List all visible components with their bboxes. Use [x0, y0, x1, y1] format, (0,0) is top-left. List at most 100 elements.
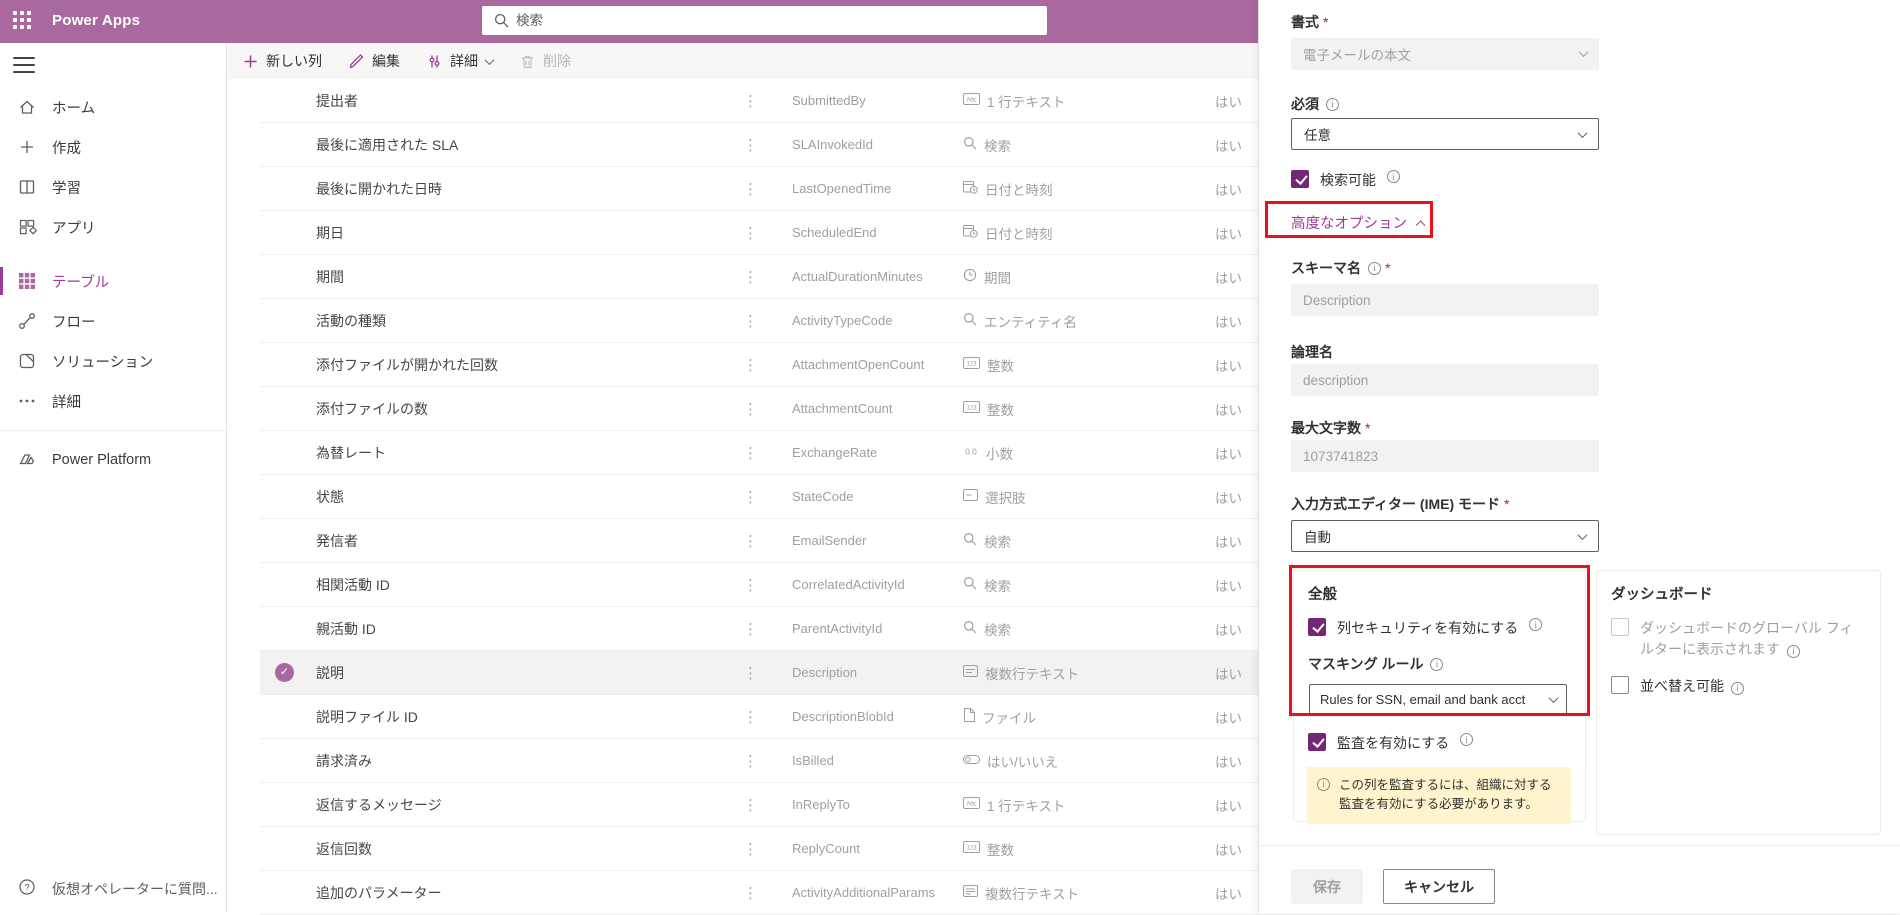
masking-rule-value: Rules for SSN, email and bank acct	[1320, 692, 1525, 707]
max-length-value: 1073741823	[1303, 449, 1378, 464]
masking-rule-label: マスキング ルール	[1308, 654, 1571, 674]
row-more-menu-icon[interactable]: ⋮	[739, 136, 762, 154]
row-more-menu-icon[interactable]: ⋮	[739, 444, 762, 462]
logical-name-input[interactable]: description	[1291, 364, 1599, 396]
row-more-menu-icon[interactable]: ⋮	[739, 664, 762, 682]
sidebar-item-solutions[interactable]: ソリューション	[0, 341, 226, 381]
general-title: 全般	[1308, 583, 1571, 604]
required-select[interactable]: 任意	[1291, 118, 1599, 150]
row-more-menu-icon[interactable]: ⋮	[739, 400, 762, 418]
column-type-cell: Abc 1 行テキスト	[963, 795, 1215, 815]
row-more-menu-icon[interactable]: ⋮	[739, 532, 762, 550]
column-display-name-cell[interactable]: 追加のパラメーター ⋮	[316, 883, 792, 903]
column-display-name-cell[interactable]: 提出者 ⋮	[316, 91, 792, 111]
row-more-menu-icon[interactable]: ⋮	[739, 488, 762, 506]
schema-name-input[interactable]: Description	[1291, 284, 1599, 316]
row-more-menu-icon[interactable]: ⋮	[739, 180, 762, 198]
audit-checkbox[interactable]	[1308, 733, 1326, 751]
ime-mode-value: 自動	[1304, 526, 1331, 546]
search-input[interactable]	[516, 6, 1036, 35]
virtual-agent-help[interactable]: ? 仮想オペレーターに質問...	[0, 869, 226, 909]
svg-text:123: 123	[966, 846, 977, 852]
column-display-name-cell[interactable]: 添付ファイルの数 ⋮	[316, 399, 792, 419]
waffle-menu-icon[interactable]	[13, 11, 35, 33]
row-more-menu-icon[interactable]: ⋮	[739, 224, 762, 242]
column-display-name: 期日	[316, 223, 344, 243]
column-edit-panel: 書式 電子メールの本文 必須 任意 検索可能 高度なオプション スキーマ名 De…	[1258, 0, 1900, 913]
table-grid-icon	[17, 271, 37, 291]
ime-mode-select[interactable]: 自動	[1291, 520, 1599, 552]
sidebar-item-apps[interactable]: アプリ	[0, 207, 226, 247]
column-schema-name: ReplyCount	[792, 841, 963, 856]
column-display-name-cell[interactable]: 相関活動 ID ⋮	[316, 575, 792, 595]
masking-rule-select[interactable]: Rules for SSN, email and bank acct	[1309, 684, 1567, 715]
row-more-menu-icon[interactable]: ⋮	[739, 576, 762, 594]
sidebar-item-learn[interactable]: 学習	[0, 167, 226, 207]
abc-type-icon: Abc	[963, 93, 980, 108]
row-more-menu-icon[interactable]: ⋮	[739, 356, 762, 374]
info-icon	[1317, 778, 1330, 791]
column-display-name-cell[interactable]: 請求済み ⋮	[316, 751, 792, 771]
sidebar-item-create[interactable]: 作成	[0, 127, 226, 167]
row-more-menu-icon[interactable]: ⋮	[739, 796, 762, 814]
sidebar-item-label: 詳細	[52, 391, 81, 412]
column-display-name-cell[interactable]: 添付ファイルが開かれた回数 ⋮	[316, 355, 792, 375]
column-display-name-cell[interactable]: 発信者 ⋮	[316, 531, 792, 551]
row-select-cell[interactable]: ✓	[260, 663, 316, 682]
column-display-name-cell[interactable]: 活動の種類 ⋮	[316, 311, 792, 331]
column-display-name: 発信者	[316, 531, 358, 551]
cancel-button[interactable]: キャンセル	[1383, 869, 1495, 904]
column-schema-name: SLAInvokedId	[792, 137, 963, 152]
column-type-label: 複数行テキスト	[985, 663, 1079, 683]
sidebar-item-home[interactable]: ホーム	[0, 87, 226, 127]
sidebar-item-more[interactable]: 詳細	[0, 381, 226, 421]
dashboard-global-filter-checkbox[interactable]	[1611, 618, 1629, 636]
global-search[interactable]	[482, 6, 1047, 35]
column-schema-name: LastOpenedTime	[792, 181, 963, 196]
info-icon	[1387, 170, 1400, 183]
searchable-checkbox[interactable]	[1291, 170, 1309, 188]
row-more-menu-icon[interactable]: ⋮	[739, 620, 762, 638]
column-type-label: 1 行テキスト	[987, 91, 1065, 111]
column-display-name: 提出者	[316, 91, 358, 111]
column-display-name-cell[interactable]: 最後に開かれた日時 ⋮	[316, 179, 792, 199]
new-column-button[interactable]: 新しい列	[242, 51, 322, 71]
row-more-menu-icon[interactable]: ⋮	[739, 708, 762, 726]
advanced-menu-button[interactable]: 詳細	[426, 51, 493, 71]
sidebar-item-power-platform[interactable]: Power Platform	[0, 440, 226, 480]
column-type-label: エンティティ名	[984, 311, 1077, 331]
column-display-name-cell[interactable]: 期間 ⋮	[316, 267, 792, 287]
format-select[interactable]: 電子メールの本文	[1291, 38, 1599, 70]
column-display-name: 為替レート	[316, 443, 386, 463]
delete-button[interactable]: 削除	[519, 51, 571, 71]
column-security-checkbox[interactable]	[1308, 618, 1326, 636]
row-more-menu-icon[interactable]: ⋮	[739, 884, 762, 902]
column-display-name-cell[interactable]: 返信回数 ⋮	[316, 839, 792, 859]
save-button[interactable]: 保存	[1291, 869, 1363, 904]
sidebar-item-flows[interactable]: フロー	[0, 301, 226, 341]
max-length-input[interactable]: 1073741823	[1291, 440, 1599, 472]
audit-label: 監査を有効にする	[1337, 733, 1449, 753]
edit-button[interactable]: 編集	[348, 51, 400, 71]
column-display-name-cell[interactable]: 親活動 ID ⋮	[316, 619, 792, 639]
column-type-label: 検索	[984, 135, 1011, 155]
column-type-cell: 123 整数	[963, 399, 1215, 419]
chevron-down-icon	[1578, 128, 1588, 138]
row-more-menu-icon[interactable]: ⋮	[739, 752, 762, 770]
sidebar-item-tables[interactable]: テーブル	[0, 261, 226, 301]
column-display-name-cell[interactable]: 期日 ⋮	[316, 223, 792, 243]
row-more-menu-icon[interactable]: ⋮	[739, 268, 762, 286]
row-more-menu-icon[interactable]: ⋮	[739, 840, 762, 858]
column-display-name-cell[interactable]: 状態 ⋮	[316, 487, 792, 507]
column-display-name-cell[interactable]: 説明 ⋮	[316, 663, 792, 683]
sortable-checkbox[interactable]	[1611, 676, 1629, 694]
column-display-name-cell[interactable]: 返信するメッセージ ⋮	[316, 795, 792, 815]
column-type-cell: 123 整数	[963, 839, 1215, 859]
advanced-options-toggle[interactable]: 高度なオプション	[1291, 212, 1424, 233]
row-more-menu-icon[interactable]: ⋮	[739, 312, 762, 330]
hamburger-menu-icon[interactable]	[13, 57, 35, 73]
row-more-menu-icon[interactable]: ⋮	[739, 92, 762, 110]
column-display-name-cell[interactable]: 最後に適用された SLA ⋮	[316, 135, 792, 155]
column-display-name-cell[interactable]: 説明ファイル ID ⋮	[316, 707, 792, 727]
column-display-name-cell[interactable]: 為替レート ⋮	[316, 443, 792, 463]
